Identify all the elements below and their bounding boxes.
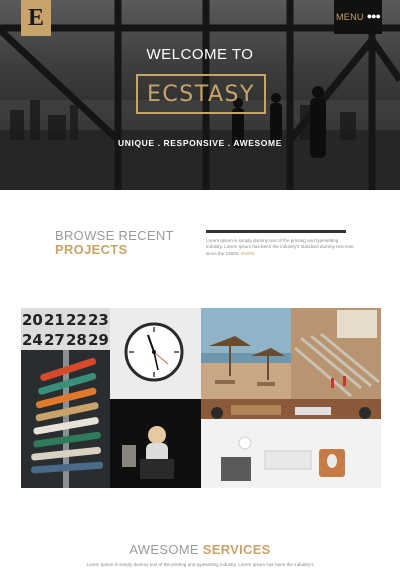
more-dots-icon: ●●● [366, 11, 381, 21]
services-heading-plain: AWESOME [129, 542, 203, 557]
brand-name: ECSTASY [147, 81, 255, 107]
gallery-tile-beach[interactable] [201, 308, 291, 399]
calendar-number: 27 [44, 331, 65, 349]
hangers-image: 20 21 22 23 24 27 28 29 [21, 308, 110, 488]
services-heading: AWESOME SERVICES [0, 542, 400, 557]
projects-description: Lorem Ipsum is simply dummy text of the … [206, 238, 354, 257]
calendar-number: 20 [22, 311, 43, 329]
gallery-tile-pencils[interactable] [291, 308, 381, 399]
gallery-tile-desk[interactable] [201, 399, 381, 488]
hero-section: E MENU ●●● WELCOME TO ECSTASY UNIQUE . R… [0, 0, 400, 190]
gallery-tile-laptop[interactable] [110, 399, 201, 488]
more-link[interactable]: MORE [241, 251, 255, 256]
calendar-number: 24 [22, 331, 43, 349]
calendar-number: 28 [66, 331, 87, 349]
menu-button[interactable]: MENU ●●● [334, 0, 382, 34]
menu-label: MENU [335, 12, 364, 22]
projects-heading-line1: BROWSE RECENT [55, 228, 174, 243]
calendar-number: 22 [66, 311, 87, 329]
calendar-number: 29 [88, 331, 109, 349]
hero-tagline: UNIQUE . RESPONSIVE . AWESOME [118, 138, 282, 148]
project-gallery: 20 21 22 23 24 27 28 29 [21, 308, 381, 488]
section-divider [206, 230, 346, 233]
gallery-tile-clock[interactable] [110, 308, 201, 399]
calendar-number: 21 [44, 311, 65, 329]
laptop-image [110, 399, 201, 488]
calendar-number: 23 [88, 311, 109, 329]
clock-image [110, 308, 201, 399]
projects-heading-line2: PROJECTS [55, 242, 128, 257]
welcome-heading: WELCOME TO [146, 46, 254, 63]
logo-letter: E [27, 4, 44, 31]
pencils-image [291, 308, 381, 399]
logo[interactable]: E [21, 0, 51, 36]
desk-image [201, 399, 381, 488]
beach-image [201, 308, 291, 399]
services-description: Lorem Ipsum is simply dummy text of the … [86, 562, 314, 567]
brand-frame: ECSTASY [136, 74, 266, 114]
gallery-tile-hangers[interactable]: 20 21 22 23 24 27 28 29 [21, 308, 110, 488]
projects-heading: BROWSE RECENT PROJECTS [55, 229, 174, 257]
services-heading-highlight: SERVICES [202, 542, 271, 557]
projects-description-text: Lorem Ipsum is simply dummy text of the … [206, 238, 354, 256]
